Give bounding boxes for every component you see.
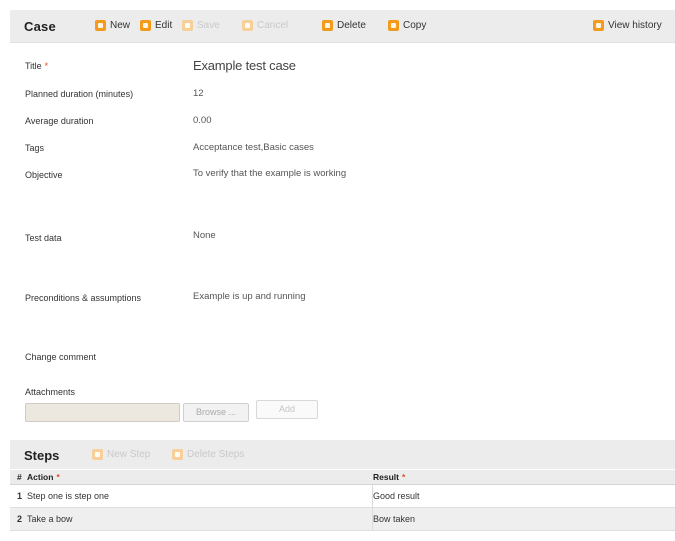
delete-steps-label: Delete Steps	[187, 449, 245, 460]
new-icon	[95, 20, 106, 31]
attachment-file-input[interactable]	[25, 403, 180, 422]
edit-label: Edit	[155, 20, 173, 31]
new-label: New	[110, 20, 131, 31]
new-step-label: New Step	[107, 449, 151, 460]
add-attachment-button[interactable]: Add	[256, 400, 318, 419]
objective-label: Objective	[25, 170, 63, 180]
title-value: Example test case	[193, 58, 296, 73]
preconditions-label: Preconditions & assumptions	[25, 293, 142, 303]
planned-duration-label: Planned duration (minutes)	[25, 89, 134, 99]
attachments-label: Attachments	[25, 387, 76, 397]
cancel-label: Cancel	[257, 20, 289, 31]
browse-button[interactable]: Browse ...	[183, 403, 249, 422]
save-label: Save	[197, 20, 220, 31]
view-history-label: View history	[608, 20, 662, 31]
step-action[interactable]: Take a bow	[27, 508, 376, 530]
title-label: Title *	[25, 61, 49, 71]
column-result[interactable]: Result *	[373, 470, 673, 484]
average-duration-value: 0.00	[193, 115, 212, 126]
change-comment-label: Change comment	[25, 352, 97, 362]
delete-label: Delete	[337, 20, 366, 31]
column-action[interactable]: Action *	[27, 470, 376, 484]
copy-button[interactable]: Copy	[388, 20, 426, 31]
step-result[interactable]: Bow taken	[373, 508, 673, 530]
save-button[interactable]: Save	[182, 20, 220, 31]
delete-icon	[322, 20, 333, 31]
case-title: Case	[24, 19, 56, 34]
steps-toolbar: Steps New Step Delete Steps	[10, 440, 675, 469]
new-step-icon	[92, 449, 103, 460]
steps-table: # Action * Result * 1 Step one is step one…	[10, 470, 675, 531]
copy-label: Copy	[403, 20, 427, 31]
new-button[interactable]: New	[95, 20, 130, 31]
case-toolbar: Case New Edit Save Cancel Delete Copy Vi…	[10, 10, 675, 43]
copy-icon	[388, 20, 399, 31]
steps-title: Steps	[24, 448, 60, 463]
table-row[interactable]: 2 Take a bow Bow taken	[10, 508, 675, 531]
save-icon	[182, 20, 193, 31]
required-mark: *	[44, 61, 49, 71]
average-duration-label: Average duration	[25, 116, 94, 126]
required-mark: *	[56, 472, 60, 482]
cancel-button[interactable]: Cancel	[242, 20, 288, 31]
delete-steps-icon	[172, 449, 183, 460]
history-icon	[593, 20, 604, 31]
step-result[interactable]: Good result	[373, 485, 673, 507]
edit-icon	[140, 20, 151, 31]
edit-button[interactable]: Edit	[140, 20, 172, 31]
step-number: 1	[17, 491, 23, 501]
preconditions-value: Example is up and running	[193, 291, 306, 302]
step-number: 2	[17, 514, 23, 524]
cancel-icon	[242, 20, 253, 31]
column-number: #	[17, 472, 22, 482]
test-data-label: Test data	[25, 233, 62, 243]
objective-value: To verify that the example is working	[193, 168, 347, 179]
table-row[interactable]: 1 Step one is step one Good result	[10, 485, 675, 508]
delete-button[interactable]: Delete	[322, 20, 366, 31]
new-step-button[interactable]: New Step	[92, 449, 150, 460]
step-action[interactable]: Step one is step one	[27, 485, 376, 507]
tags-value: Acceptance test,Basic cases	[193, 142, 314, 153]
view-history-button[interactable]: View history	[593, 20, 662, 31]
tags-label: Tags	[25, 143, 45, 153]
delete-steps-button[interactable]: Delete Steps	[172, 449, 244, 460]
planned-duration-value: 12	[193, 88, 204, 99]
test-data-value: None	[193, 230, 216, 241]
required-mark: *	[401, 472, 406, 482]
steps-table-header: # Action * Result *	[10, 470, 675, 485]
